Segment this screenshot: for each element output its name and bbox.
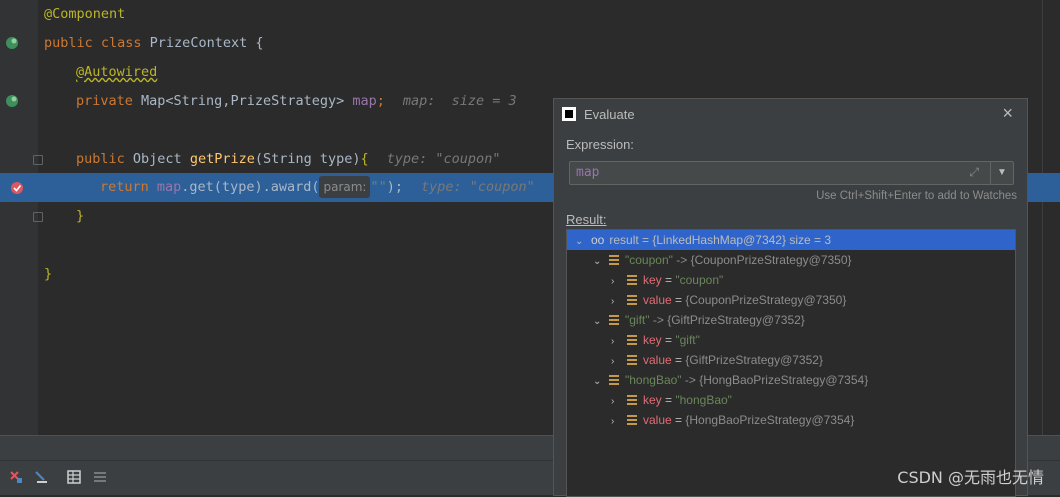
tree-row-value[interactable]: › value = {HongBaoPrizeStrategy@7354} [567, 410, 1015, 430]
field-icon [627, 355, 637, 365]
fold-end-icon[interactable] [33, 212, 43, 222]
chevron-right-icon[interactable]: › [567, 272, 623, 292]
tree-row-entry[interactable]: ⌄ "coupon" -> {CouponPrizeStrategy@7350} [567, 250, 1015, 270]
watch-glasses-icon: oo [591, 233, 605, 247]
inline-value-hint: type: "coupon" [421, 179, 535, 195]
field-icon [627, 415, 637, 425]
code-line-7: } [76, 208, 85, 224]
field-icon [627, 275, 637, 285]
result-label: Result: [566, 212, 607, 227]
table-view-icon[interactable] [66, 469, 82, 485]
field-icon [627, 295, 637, 305]
inline-value-hint: type: "coupon" [386, 151, 501, 167]
result-tree[interactable]: ⌄ oo result = {LinkedHashMap@7342} size = … [566, 229, 1016, 497]
field-icon [627, 395, 637, 405]
dialog-title: Evaluate [584, 107, 635, 122]
field-icon [609, 315, 619, 325]
tree-row-entry[interactable]: ⌄ "hongBao" -> {HongBaoPrizeStrategy@7354… [567, 370, 1015, 390]
step-into-icon[interactable] [34, 469, 50, 485]
right-margin-guide [1042, 0, 1043, 435]
code-line-5: public Object getPrize(String type){type… [76, 151, 501, 167]
chevron-right-icon[interactable]: › [567, 332, 623, 352]
autowired-bean-icon[interactable] [5, 94, 19, 108]
tree-row-value[interactable]: › value = {GiftPrizeStrategy@7352} [567, 350, 1015, 370]
history-dropdown-icon[interactable]: ▼ [990, 162, 1013, 184]
field-icon [609, 255, 619, 265]
expression-value[interactable]: map [576, 165, 599, 180]
tree-row-value[interactable]: › value = {CouponPrizeStrategy@7350} [567, 290, 1015, 310]
code-line-6: return map.get(type).award(param: ""); typ… [100, 173, 535, 202]
chevron-down-icon[interactable]: ⌄ [567, 372, 605, 392]
intellij-logo-icon [562, 107, 576, 121]
tree-row-entry[interactable]: ⌄ "gift" -> {GiftPrizeStrategy@7352} [567, 310, 1015, 330]
fold-method-icon[interactable] [33, 155, 43, 165]
spring-bean-icon[interactable] [5, 36, 19, 50]
code-line-8: } [44, 266, 53, 282]
field-icon [627, 335, 637, 345]
chevron-right-icon[interactable]: › [567, 392, 623, 412]
expression-input[interactable]: map ⤢ ▼ [569, 161, 1014, 185]
code-line-3: @Autowired [76, 64, 158, 80]
code-line-1: @Component [44, 6, 126, 22]
tree-row-key[interactable]: › key = "gift" [567, 330, 1015, 350]
chevron-right-icon[interactable]: › [567, 412, 623, 432]
watermark: CSDN @无雨也无情 [897, 468, 1044, 487]
watches-hint: Use Ctrl+Shift+Enter to add to Watches [816, 190, 1017, 202]
chevron-down-icon[interactable]: ⌄ [567, 312, 605, 332]
expression-label: Expression: [566, 137, 634, 152]
breakpoint-icon[interactable] [10, 181, 24, 195]
field-icon [609, 375, 619, 385]
tree-row-key[interactable]: › key = "hongBao" [567, 390, 1015, 410]
chevron-down-icon[interactable]: ⌄ [567, 252, 605, 272]
expand-icon[interactable]: ⤢ [969, 165, 979, 180]
restore-layout-icon[interactable] [8, 469, 24, 485]
tree-row-key[interactable]: › key = "coupon" [567, 270, 1015, 290]
chevron-right-icon[interactable]: › [567, 352, 623, 372]
code-line-4: private Map<String,PrizeStrategy> map; ma… [76, 93, 517, 109]
close-icon[interactable]: × [1002, 103, 1013, 124]
settings-list-icon[interactable] [92, 469, 108, 485]
tree-row-root[interactable]: ⌄ oo result = {LinkedHashMap@7342} size = … [567, 230, 1015, 250]
evaluate-dialog: Evaluate × Expression: map ⤢ ▼ Use Ctrl+… [553, 98, 1028, 497]
code-line-2: public class PrizeContext { [44, 35, 264, 51]
parameter-hint: param: [319, 176, 371, 198]
chevron-down-icon[interactable]: ⌄ [567, 232, 587, 252]
chevron-right-icon[interactable]: › [567, 292, 623, 312]
inline-value-hint: map: size = 3 [402, 93, 517, 109]
